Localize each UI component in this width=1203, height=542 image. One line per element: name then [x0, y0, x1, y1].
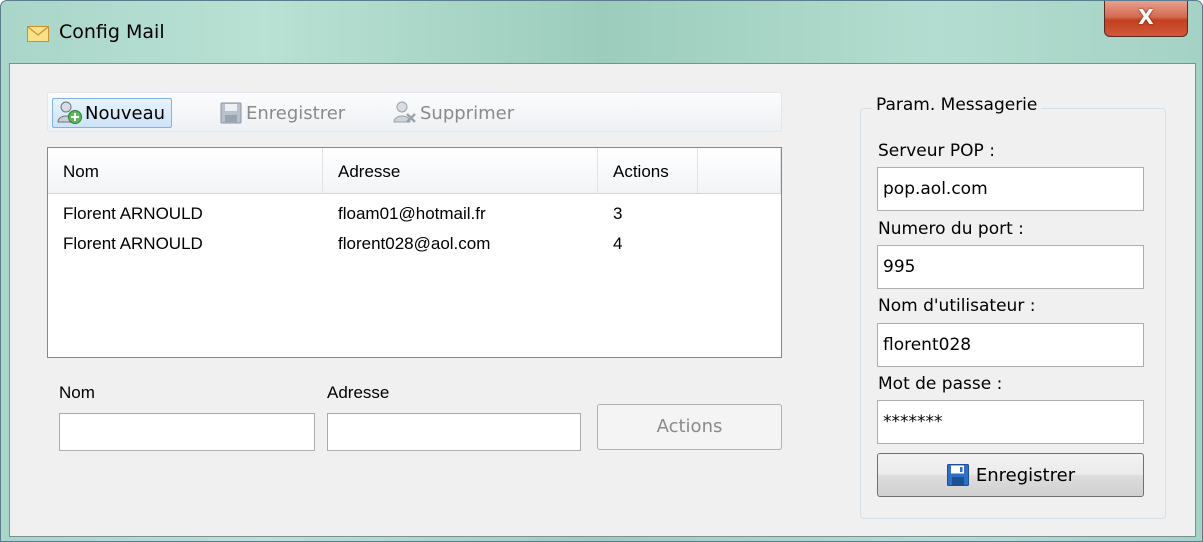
save-toolbar-button[interactable]: Enregistrer [214, 98, 351, 128]
mail-accounts-list[interactable]: Nom Adresse Actions Florent ARNOULD floa… [47, 147, 782, 358]
client-area: Nouveau Enregistrer Supprimer Nom Adress… [9, 63, 1196, 537]
password-input[interactable]: ******* [877, 400, 1144, 444]
new-button-label: Nouveau [85, 102, 166, 124]
save-toolbar-label: Enregistrer [246, 102, 346, 124]
cell-actions: 3 [613, 204, 623, 223]
actions-button[interactable]: Actions [597, 404, 782, 450]
save-settings-label: Enregistrer [975, 464, 1076, 486]
table-row[interactable]: Florent ARNOULD floam01@hotmail.fr 3 [48, 199, 781, 229]
envelope-icon [27, 26, 49, 42]
delete-button-label: Supprimer [420, 102, 515, 124]
config-mail-window: Config Mail X Nouveau Enregistrer Suppri… [0, 0, 1203, 542]
list-header: Nom Adresse Actions [48, 148, 781, 194]
adresse-label: Adresse [327, 383, 390, 402]
port-label: Numero du port : [878, 219, 1024, 239]
title-bar[interactable]: Config Mail X [1, 1, 1202, 63]
close-icon: X [1138, 5, 1154, 29]
column-header-filler [698, 148, 781, 193]
cell-adresse: florent028@aol.com [338, 234, 491, 253]
username-input[interactable]: florent028 [877, 323, 1144, 367]
save-settings-button[interactable]: Enregistrer [877, 453, 1144, 497]
username-label: Nom d'utilisateur : [878, 296, 1036, 316]
mail-settings-title: Param. Messagerie [872, 95, 1042, 115]
column-header-nom[interactable]: Nom [48, 148, 323, 193]
table-row[interactable]: Florent ARNOULD florent028@aol.com 4 [48, 229, 781, 259]
delete-button[interactable]: Supprimer [388, 98, 520, 128]
cell-nom: Florent ARNOULD [63, 234, 203, 253]
floppy-disk-icon [946, 464, 969, 486]
nom-label: Nom [59, 383, 95, 402]
cell-actions: 4 [613, 234, 623, 253]
floppy-disk-icon [220, 102, 242, 124]
column-header-actions[interactable]: Actions [598, 148, 698, 193]
toolbar: Nouveau Enregistrer Supprimer [47, 92, 782, 132]
port-input[interactable]: 995 [877, 245, 1144, 289]
remove-user-icon [393, 101, 416, 123]
adresse-input[interactable] [327, 413, 581, 451]
nom-input[interactable] [59, 413, 315, 451]
cell-adresse: floam01@hotmail.fr [338, 204, 486, 223]
pop-server-label: Serveur POP : [878, 141, 995, 161]
window-title: Config Mail [59, 21, 165, 43]
pop-server-input[interactable]: pop.aol.com [877, 167, 1144, 211]
new-button[interactable]: Nouveau [52, 98, 173, 128]
add-user-icon [57, 101, 82, 124]
cell-nom: Florent ARNOULD [63, 204, 203, 223]
column-header-adresse[interactable]: Adresse [323, 148, 598, 193]
password-label: Mot de passe : [878, 374, 1003, 394]
close-button[interactable]: X [1104, 1, 1188, 37]
